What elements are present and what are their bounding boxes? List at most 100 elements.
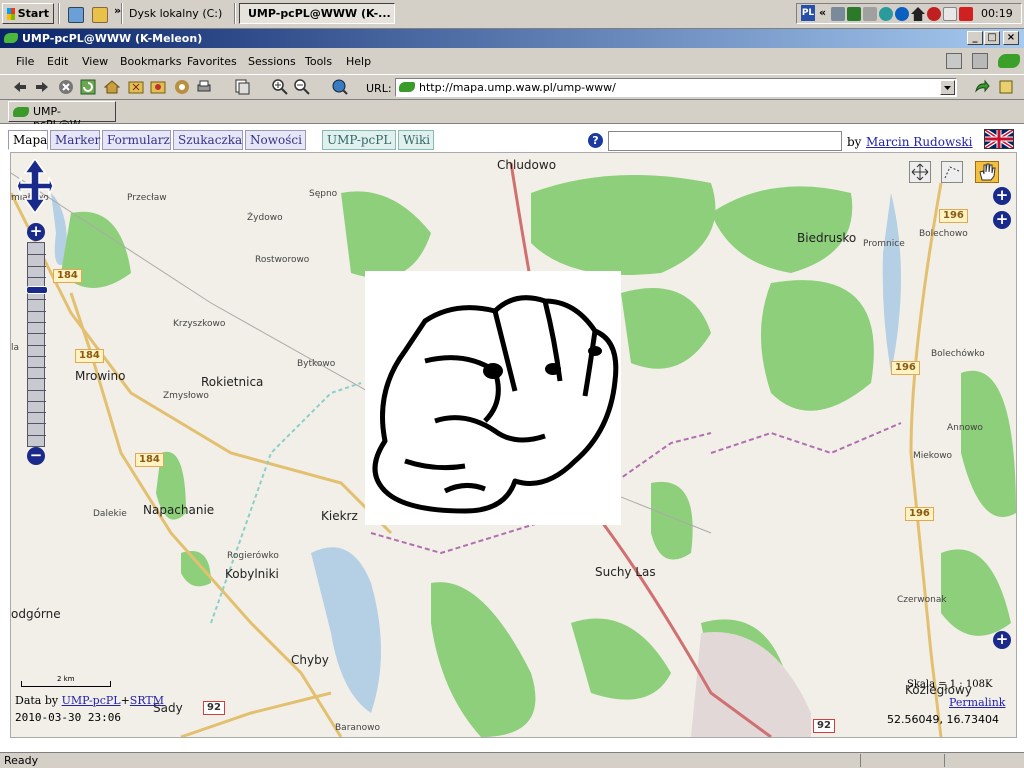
overlay-expand-icon[interactable]: + (993, 211, 1011, 229)
taskbar-disk-item[interactable]: Dysk lokalny (C:) (124, 3, 232, 24)
author-link[interactable]: Marcin Rudowski (866, 135, 973, 149)
pan-control-icon[interactable] (17, 159, 53, 213)
start-button[interactable]: Start (2, 3, 54, 24)
tray-red-round-icon[interactable] (927, 7, 941, 21)
tray-teal-icon[interactable] (879, 7, 893, 21)
road-shield: 196 (939, 209, 968, 223)
tray-opera-icon[interactable] (959, 7, 973, 21)
stop-icon[interactable] (58, 79, 74, 95)
search-input[interactable] (608, 131, 842, 151)
menu-tools[interactable]: Tools (305, 55, 332, 68)
help-icon[interactable]: ? (588, 133, 603, 148)
go-page-icon[interactable] (998, 79, 1014, 95)
bookmarks-icon[interactable] (128, 79, 144, 95)
zoom-slider-tick (28, 277, 46, 278)
tab-formularz[interactable]: Formularz (102, 130, 171, 150)
kmeleon-window-icon[interactable] (4, 33, 18, 43)
browser-tab-row: UMP-pcPL@W... (0, 100, 1024, 131)
taskbar-window-button[interactable]: UMP-pcPL@WWW (K-... (239, 3, 395, 24)
tab-marker[interactable]: Marker (50, 130, 100, 150)
zoom-slider-tick (28, 266, 46, 267)
tray-home-icon[interactable] (911, 7, 925, 21)
home-icon[interactable] (103, 79, 121, 95)
zoom-slider-track[interactable] (26, 242, 48, 447)
zoom-slider-tick (28, 435, 46, 436)
tab-favicon-icon (13, 107, 29, 117)
back-arrow-icon[interactable] (12, 79, 28, 95)
map-place-label: Żydowo (247, 213, 283, 223)
print-icon[interactable] (196, 79, 212, 95)
tray-network-icon[interactable] (831, 7, 845, 21)
tab-szukaczka[interactable]: Szukaczka (173, 130, 243, 150)
browser-tab[interactable]: UMP-pcPL@W... (8, 101, 116, 131)
url-input[interactable]: http://mapa.ump.waw.pl/ump-www/ (395, 78, 957, 97)
window-titlebar[interactable]: UMP-pcPL@WWW (K-Meleon) (0, 29, 1024, 48)
search-globe-icon[interactable] (332, 79, 348, 95)
attribution-ump-link[interactable]: UMP-pcPL (62, 694, 121, 707)
print-preview-icon[interactable] (946, 53, 962, 69)
menu-help[interactable]: Help (346, 55, 371, 68)
map-place-label: Napachanie (143, 503, 215, 517)
tray-blue-icon[interactable] (895, 7, 909, 21)
maximize-button[interactable]: □ (984, 31, 1000, 45)
zoom-in-icon[interactable] (272, 79, 288, 95)
map-place-label: Baranowo (335, 723, 380, 733)
zoom-slider-thumb[interactable] (26, 286, 48, 294)
uk-flag-icon[interactable] (984, 129, 1014, 149)
zoom-slider-tick (28, 401, 46, 402)
minimize-button[interactable]: _ (967, 31, 983, 45)
zoom-out-button[interactable]: − (27, 447, 45, 465)
tab-mapa[interactable]: Mapa (8, 130, 48, 150)
tab-nowosci[interactable]: Nowości (245, 130, 306, 150)
tray-expand-icon[interactable]: « (819, 6, 826, 19)
reload-icon[interactable] (80, 79, 96, 95)
road-shield: 184 (135, 453, 164, 467)
zoom-slider-tick (28, 367, 46, 368)
url-dropdown-button[interactable] (940, 80, 955, 95)
tray-monitor-icon[interactable] (863, 7, 877, 21)
map-place-label: Przecław (127, 193, 167, 203)
quicklaunch-app-icon[interactable] (92, 7, 108, 23)
permalink-link[interactable]: Permalink (949, 696, 1005, 709)
tray-white-icon[interactable] (943, 7, 957, 21)
zoom-out-icon[interactable] (294, 79, 310, 95)
zoom-in-button[interactable]: + (27, 223, 45, 241)
road-shield: 92 (203, 701, 225, 715)
kmeleon-logo-icon (998, 54, 1020, 68)
fist-icon (372, 295, 619, 514)
hotlist-icon[interactable] (174, 79, 190, 95)
menu-edit[interactable]: Edit (47, 55, 68, 68)
measure-tool-icon[interactable] (941, 161, 963, 183)
view-source-icon[interactable] (234, 79, 250, 95)
taskbar-window-label: UMP-pcPL@WWW (K-... (248, 7, 391, 20)
map-scale-readout: Skala = 1 : 108K (907, 679, 993, 690)
attribution-srtm-link[interactable]: SRTM (130, 694, 164, 707)
menu-bookmarks[interactable]: Bookmarks (120, 55, 181, 68)
menu-favorites[interactable]: Favorites (187, 55, 237, 68)
quicklaunch-browser-icon[interactable] (68, 7, 84, 23)
url-text: http://mapa.ump.waw.pl/ump-www/ (419, 81, 616, 94)
tray-battery-icon[interactable] (847, 7, 861, 21)
menu-view[interactable]: View (82, 55, 108, 68)
favorites-icon[interactable] (150, 79, 166, 95)
tab-wiki[interactable]: Wiki (398, 130, 434, 150)
map-viewport[interactable]: Chludowo Biedrusko Mrowino Rokietnica Na… (10, 152, 1017, 738)
go-arrow-icon[interactable] (974, 79, 990, 95)
zoom-slider-tick (28, 390, 46, 391)
scale-bar-label: 2 km (57, 675, 75, 683)
overview-expand-icon[interactable]: + (993, 631, 1011, 649)
layer-expand-icon[interactable]: + (993, 187, 1011, 205)
map-place-label: Rostworowo (255, 255, 310, 265)
hand-pan-tool-icon[interactable] (975, 161, 999, 183)
map-place-label: Dalekie (93, 509, 127, 519)
tray-clock[interactable]: 00:19 (981, 7, 1013, 20)
language-indicator[interactable]: PL (801, 5, 815, 21)
menu-file[interactable]: File (16, 55, 34, 68)
navigate-tool-icon[interactable] (909, 161, 931, 183)
forward-arrow-icon[interactable] (34, 79, 50, 95)
menu-sessions[interactable]: Sessions (248, 55, 296, 68)
close-button[interactable]: × (1003, 31, 1019, 45)
popup-blocker-icon[interactable] (972, 53, 988, 69)
tab-ump-pcpl[interactable]: UMP-pcPL (322, 130, 396, 150)
navigation-toolbar: URL: http://mapa.ump.waw.pl/ump-www/ (0, 74, 1024, 100)
